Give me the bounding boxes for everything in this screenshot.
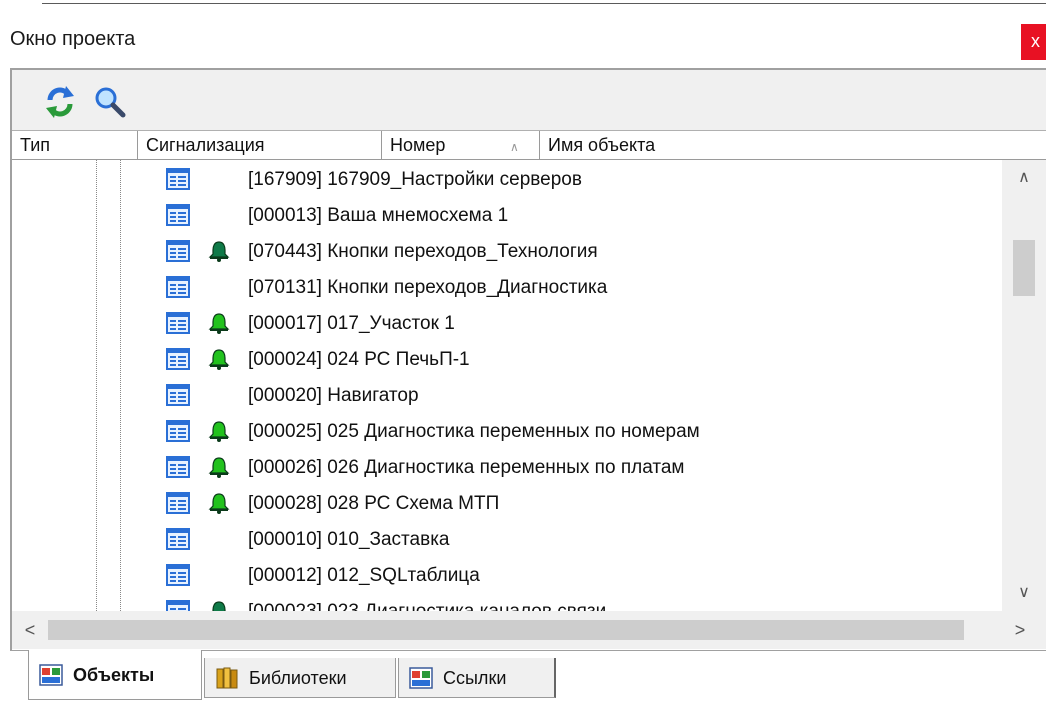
project-panel: Тип Сигнализация Номер ∧ Имя объекта [16… xyxy=(10,68,1046,651)
object-name: [167909] 167909_Настройки серверов xyxy=(248,169,582,190)
object-name: [000023] 023 Диагностика каналов связи xyxy=(248,594,606,611)
mnemo-scheme-icon xyxy=(166,600,190,611)
mnemo-scheme-icon xyxy=(166,492,190,514)
tab-links[interactable]: Ссылки xyxy=(398,658,556,698)
alarm-bell-icon xyxy=(208,421,230,442)
column-number-label: Номер xyxy=(390,135,446,155)
search-icon xyxy=(95,87,126,118)
alarm-bell-icon xyxy=(208,241,230,262)
toolbar xyxy=(12,70,1046,130)
alarm-bell-icon xyxy=(212,601,226,611)
object-name: [000026] 026 Диагностика переменных по п… xyxy=(248,457,685,478)
mnemo-scheme-icon xyxy=(166,348,190,370)
column-alarm[interactable]: Сигнализация xyxy=(138,131,382,159)
tree-row[interactable]: [000012] 012_SQLтаблица xyxy=(12,558,1002,594)
alarm-bell-icon xyxy=(208,349,230,370)
scroll-left-button[interactable]: < xyxy=(12,611,48,649)
mnemo-scheme-icon xyxy=(166,456,190,478)
object-list: Тип Сигнализация Номер ∧ Имя объекта [16… xyxy=(12,130,1046,651)
tree-row[interactable]: [000028] 028 РС Схема МТП xyxy=(12,486,1002,522)
mnemo-scheme-icon xyxy=(166,564,190,586)
sort-ascending-icon: ∧ xyxy=(510,140,519,154)
horizontal-scrollbar[interactable]: < > xyxy=(12,611,1046,649)
object-name: [000012] 012_SQLтаблица xyxy=(248,565,480,586)
tree-row[interactable]: [000024] 024 РС ПечьП-1 xyxy=(12,342,1002,378)
close-button[interactable]: x xyxy=(1021,24,1046,60)
horizontal-scroll-thumb[interactable] xyxy=(48,620,964,640)
tree-row[interactable]: [000020] Навигатор xyxy=(12,378,1002,414)
mnemo-scheme-icon xyxy=(166,312,190,334)
tree-row[interactable]: [000023] 023 Диагностика каналов связи xyxy=(12,594,1002,611)
window-title: Окно проекта xyxy=(10,28,136,50)
alarm-bell-icon xyxy=(208,457,230,478)
vertical-scrollbar[interactable]: ∧ ∨ xyxy=(1002,160,1046,611)
object-name: [000017] 017_Участок 1 xyxy=(248,313,455,334)
object-name: [000010] 010_Заставка xyxy=(248,529,450,550)
column-type[interactable]: Тип xyxy=(12,131,138,159)
column-name[interactable]: Имя объекта xyxy=(540,131,1046,159)
objects-icon xyxy=(39,663,63,686)
vertical-scroll-thumb[interactable] xyxy=(1013,240,1035,296)
scroll-down-button[interactable]: ∨ xyxy=(1002,575,1046,611)
scroll-up-button[interactable]: ∧ xyxy=(1002,160,1046,196)
tab-libraries-label: Библиотеки xyxy=(249,668,347,688)
tree-row[interactable]: [000013] Ваша мнемосхема 1 xyxy=(12,198,1002,234)
bottom-tabs: Объекты Библиотеки Ссылки xyxy=(0,650,1046,706)
tab-links-label: Ссылки xyxy=(443,668,507,688)
scroll-right-button[interactable]: > xyxy=(1002,611,1038,649)
tree-row[interactable]: [000025] 025 Диагностика переменных по н… xyxy=(12,414,1002,450)
refresh-button[interactable] xyxy=(42,84,78,120)
mnemo-scheme-icon xyxy=(166,204,190,226)
column-header: Тип Сигнализация Номер ∧ Имя объекта xyxy=(12,131,1046,160)
object-name: [000025] 025 Диагностика переменных по н… xyxy=(248,421,700,442)
mnemo-scheme-icon xyxy=(166,528,190,550)
mnemo-scheme-icon xyxy=(166,240,190,262)
object-name: [070131] Кнопки переходов_Диагностика xyxy=(248,277,608,298)
object-name: [000020] Навигатор xyxy=(248,385,419,406)
mnemo-scheme-icon xyxy=(166,384,190,406)
alarm-bell-icon xyxy=(208,313,230,334)
tab-objects[interactable]: Объекты xyxy=(28,650,202,700)
tree-row[interactable]: [070443] Кнопки переходов_Технология xyxy=(12,234,1002,270)
window-top-border xyxy=(0,0,1046,5)
tree-row[interactable]: [070131] Кнопки переходов_Диагностика xyxy=(12,270,1002,306)
alarm-bell-icon xyxy=(208,493,230,514)
links-icon xyxy=(409,666,433,689)
tree-row[interactable]: [000010] 010_Заставка xyxy=(12,522,1002,558)
object-name: [070443] Кнопки переходов_Технология xyxy=(248,241,598,262)
tree-row[interactable]: [000026] 026 Диагностика переменных по п… xyxy=(12,450,1002,486)
mnemo-scheme-icon xyxy=(166,168,190,190)
library-icon xyxy=(216,667,238,688)
tree-rows: [167909] 167909_Настройки серверов [00001… xyxy=(12,160,1002,611)
object-name: [000024] 024 РС ПечьП-1 xyxy=(248,349,470,370)
mnemo-scheme-icon xyxy=(166,276,190,298)
tab-objects-label: Объекты xyxy=(73,665,155,685)
object-name: [000028] 028 РС Схема МТП xyxy=(248,493,500,514)
mnemo-scheme-icon xyxy=(166,420,190,442)
search-button[interactable] xyxy=(92,84,128,120)
tab-libraries[interactable]: Библиотеки xyxy=(204,658,396,698)
refresh-icon xyxy=(46,86,74,118)
column-number[interactable]: Номер ∧ xyxy=(382,131,540,159)
tree-row[interactable]: [000017] 017_Участок 1 xyxy=(12,306,1002,342)
object-name: [000013] Ваша мнемосхема 1 xyxy=(248,205,509,226)
tree-row[interactable]: [167909] 167909_Настройки серверов xyxy=(12,162,1002,198)
